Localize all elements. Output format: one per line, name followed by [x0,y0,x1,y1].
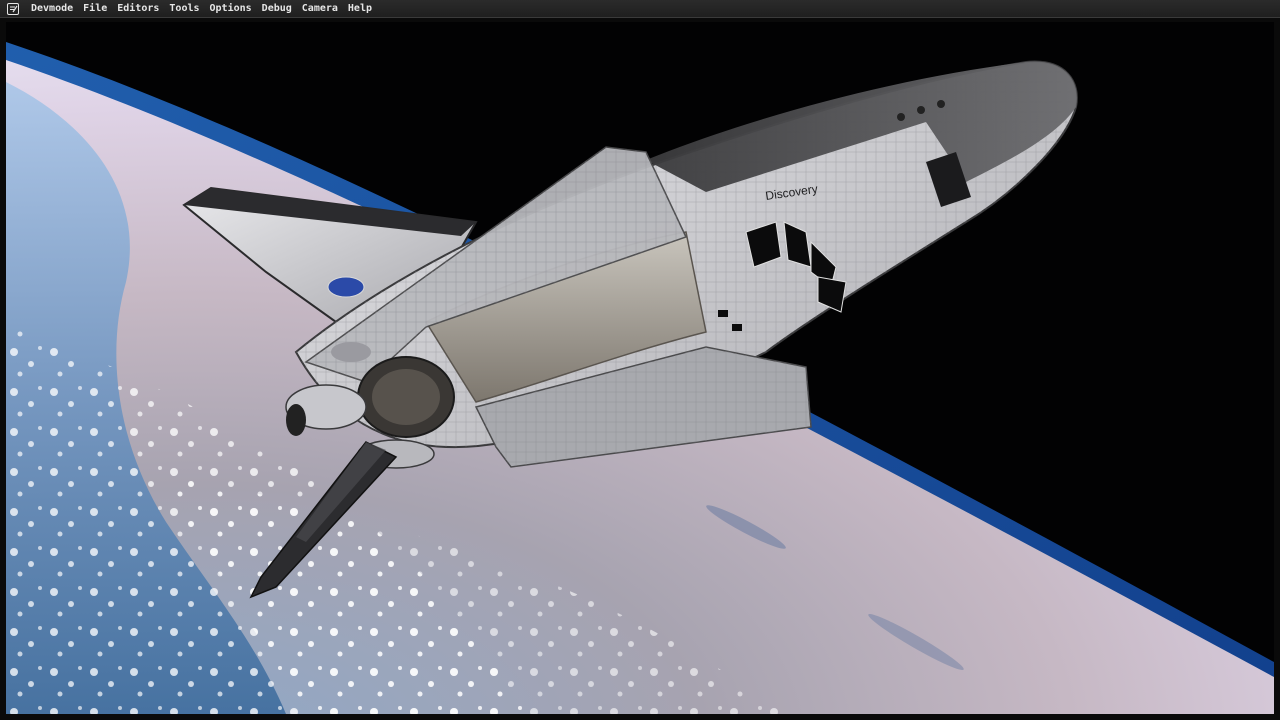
menu-bar: Devmode File Editors Tools Options Debug… [0,0,1280,18]
menu-tools[interactable]: Tools [164,0,204,18]
nasa-logo [327,276,365,298]
menu-editors[interactable]: Editors [112,0,164,18]
menu-camera[interactable]: Camera [297,0,343,18]
menu-file[interactable]: File [78,0,112,18]
menu-devmode[interactable]: Devmode [26,0,78,18]
menu-debug[interactable]: Debug [257,0,297,18]
menu-options[interactable]: Options [205,0,257,18]
devmode-notepad-icon[interactable] [4,1,22,17]
app-window: Devmode File Editors Tools Options Debug… [0,0,1280,720]
scene-viewport[interactable]: Discovery [6,22,1274,714]
menu-help[interactable]: Help [343,0,377,18]
scene-render: Discovery [6,22,1274,714]
